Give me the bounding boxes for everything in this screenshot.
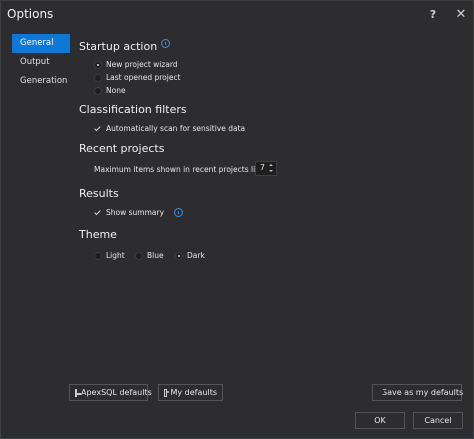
- sidebar-item-generation[interactable]: Generation: [12, 72, 70, 91]
- button-label: Save as my defaults: [382, 388, 464, 397]
- max-items-stepper[interactable]: 7: [255, 161, 277, 176]
- close-button[interactable]: ✕: [452, 5, 470, 23]
- options-dialog: Options ? ✕ General Output Generation St…: [0, 0, 474, 439]
- radio-theme-light[interactable]: Light: [94, 251, 125, 260]
- radio-button-checked[interactable]: [94, 60, 102, 69]
- sidebar: General Output Generation: [12, 34, 70, 91]
- my-defaults-button[interactable]: My defaults: [158, 384, 223, 401]
- radio-label: New project wizard: [106, 60, 178, 69]
- radio-theme-dark[interactable]: Dark: [175, 251, 205, 260]
- startup-action-heading: Startup action: [79, 39, 171, 53]
- checkbox-auto-scan[interactable]: Automatically scan for sensitive data: [94, 124, 245, 133]
- radio-new-project-wizard[interactable]: New project wizard: [94, 60, 178, 69]
- max-items-value[interactable]: 7: [260, 163, 265, 172]
- info-icon[interactable]: [161, 39, 171, 48]
- radio-label: Dark: [187, 251, 205, 260]
- checkbox-show-summary[interactable]: Show summary: [94, 208, 184, 217]
- max-items-label: Maximum items shown in recent projects l…: [94, 165, 265, 174]
- button-label: ApexSQL defaults: [81, 388, 152, 397]
- info-icon[interactable]: [174, 208, 184, 217]
- theme-title: Theme: [79, 228, 117, 241]
- radio-button[interactable]: [135, 251, 143, 260]
- sidebar-item-output[interactable]: Output: [12, 53, 70, 72]
- checkbox-checked[interactable]: [94, 209, 102, 217]
- radio-button[interactable]: [94, 73, 102, 82]
- radio-none[interactable]: None: [94, 86, 126, 95]
- checkbox-label: Automatically scan for sensitive data: [106, 124, 246, 133]
- checkbox-checked[interactable]: [94, 125, 102, 133]
- startup-action-title: Startup action: [79, 40, 158, 53]
- button-label: My defaults: [170, 388, 218, 397]
- radio-label: Last opened project: [106, 73, 181, 82]
- radio-label: Light: [106, 251, 125, 260]
- save-as-my-defaults-button[interactable]: Save as my defaults: [372, 384, 464, 401]
- defaults-icon: [75, 388, 81, 397]
- radio-last-opened-project[interactable]: Last opened project: [94, 73, 181, 82]
- apexsql-defaults-button[interactable]: ApexSQL defaults: [69, 384, 152, 401]
- radio-label: None: [106, 86, 126, 95]
- help-button[interactable]: ?: [424, 5, 442, 23]
- title-bar: Options ? ✕: [1, 1, 473, 27]
- sidebar-item-general[interactable]: General: [12, 34, 70, 53]
- radio-button-checked[interactable]: [175, 251, 183, 260]
- recent-projects-title: Recent projects: [79, 142, 165, 155]
- classification-filters-title: Classification filters: [79, 103, 187, 116]
- checkbox-label: Show summary: [106, 208, 165, 217]
- radio-button[interactable]: [94, 251, 102, 260]
- spin-down-icon[interactable]: [267, 168, 275, 174]
- results-title: Results: [79, 187, 119, 200]
- radio-theme-blue[interactable]: Blue: [135, 251, 164, 260]
- window-title: Options: [7, 7, 54, 21]
- cancel-button[interactable]: Cancel: [413, 412, 463, 429]
- radio-label: Blue: [147, 251, 164, 260]
- radio-button[interactable]: [94, 86, 102, 95]
- ok-button[interactable]: OK: [355, 412, 405, 429]
- user-defaults-icon: [164, 388, 169, 397]
